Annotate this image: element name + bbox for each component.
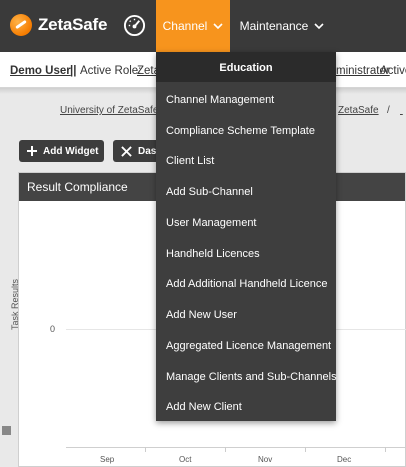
chart-x-axis [66, 447, 406, 448]
active-role-label: Active Role: [80, 65, 142, 77]
chart-y-axis-label: Task Results [10, 278, 20, 330]
menu-item-handheld-licences[interactable]: Handheld Licences [166, 248, 260, 260]
chevron-down-icon [314, 23, 324, 30]
menu-item-add-sub-channel[interactable]: Add Sub-Channel [166, 186, 253, 198]
menu-item-add-additional-handheld-licence[interactable]: Add Additional Handheld Licence [166, 278, 327, 290]
menu-item-client-list[interactable]: Client List [166, 155, 214, 167]
separator: || [70, 65, 77, 77]
chart-y-tick: 0 [50, 324, 56, 334]
chart-x-tickmark [305, 447, 306, 452]
chart-x-tickmark [145, 447, 146, 452]
top-navbar: ZetaSafe Channel Maintenance [0, 0, 406, 52]
tools-icon [121, 145, 132, 157]
chart-x-tick-label: Nov [258, 455, 273, 464]
nav-channel-label: Channel [162, 19, 208, 33]
nav-channel-menu[interactable]: Channel [156, 0, 230, 52]
menu-item-compliance-scheme-template[interactable]: Compliance Scheme Template [166, 125, 315, 137]
breadcrumb-link-university[interactable]: University of ZetaSafe [60, 105, 158, 116]
plus-icon [27, 146, 37, 156]
logo-text: ZetaSafe [38, 15, 108, 34]
dashboard-gauge-icon[interactable] [123, 14, 146, 37]
menu-item-manage-clients-and-sub-channels[interactable]: Manage Clients and Sub-Channels [166, 371, 337, 383]
chart-x-tick-label: Dec [337, 455, 352, 464]
dashboard-label: Das [138, 145, 157, 157]
add-widget-button[interactable]: Add Widget [19, 140, 104, 162]
active-label: Active [380, 65, 406, 77]
menu-item-add-new-client[interactable]: Add New Client [166, 401, 242, 413]
breadcrumb-separator: / [387, 105, 390, 116]
zetasafe-logo[interactable]: ZetaSafe [10, 12, 107, 38]
breadcrumb-link-next[interactable] [400, 105, 403, 116]
channel-dropdown-menu: Education Channel Management Compliance … [156, 52, 337, 421]
menu-item-add-new-user[interactable]: Add New User [166, 309, 237, 321]
user-link[interactable]: Demo User [10, 65, 71, 77]
chart-x-tick-label: Oct [179, 455, 192, 464]
chevron-down-icon [213, 23, 223, 30]
add-widget-label: Add Widget [43, 145, 99, 157]
breadcrumb-link-zetasafe[interactable]: ZetaSafe [338, 105, 379, 116]
chart-x-tick-label: Sep [100, 455, 115, 464]
zetasafe-logo-icon [10, 14, 32, 36]
nav-maintenance-label: Maintenance [239, 19, 309, 33]
chart-x-tickmark [225, 447, 226, 452]
scroll-handle[interactable] [2, 426, 11, 435]
dropdown-header: Education [156, 52, 336, 82]
menu-item-aggregated-licence-management[interactable]: Aggregated Licence Management [166, 340, 331, 352]
chart-x-tickmark [385, 447, 386, 452]
menu-item-channel-management[interactable]: Channel Management [166, 94, 274, 106]
nav-maintenance-menu[interactable]: Maintenance [232, 0, 332, 52]
menu-item-user-management[interactable]: User Management [166, 217, 257, 229]
